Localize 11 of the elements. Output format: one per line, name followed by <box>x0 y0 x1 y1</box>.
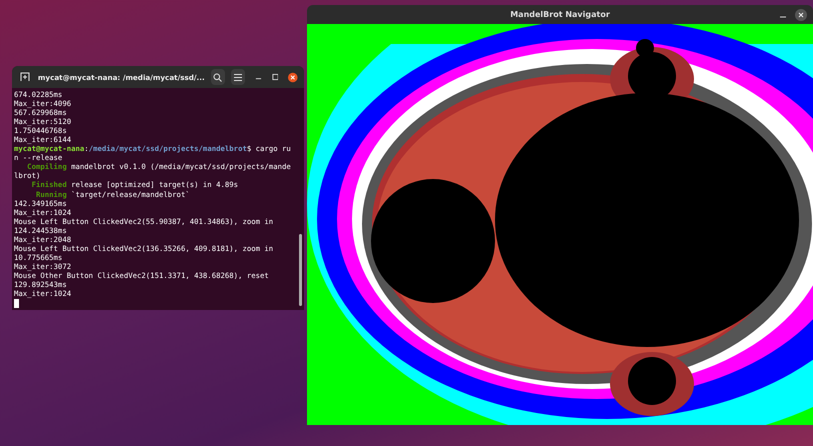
close-icon[interactable] <box>288 72 298 82</box>
search-button[interactable] <box>210 69 225 85</box>
navigator-title: MandelBrot Navigator <box>510 10 610 19</box>
menu-icon <box>234 74 242 80</box>
close-icon[interactable] <box>795 9 807 21</box>
scrollbar-thumb[interactable] <box>299 234 302 306</box>
new-tab-icon <box>20 72 30 82</box>
text-cursor <box>14 299 19 308</box>
maximize-icon[interactable] <box>272 73 278 81</box>
search-icon <box>213 72 222 82</box>
menu-button[interactable] <box>230 69 245 85</box>
